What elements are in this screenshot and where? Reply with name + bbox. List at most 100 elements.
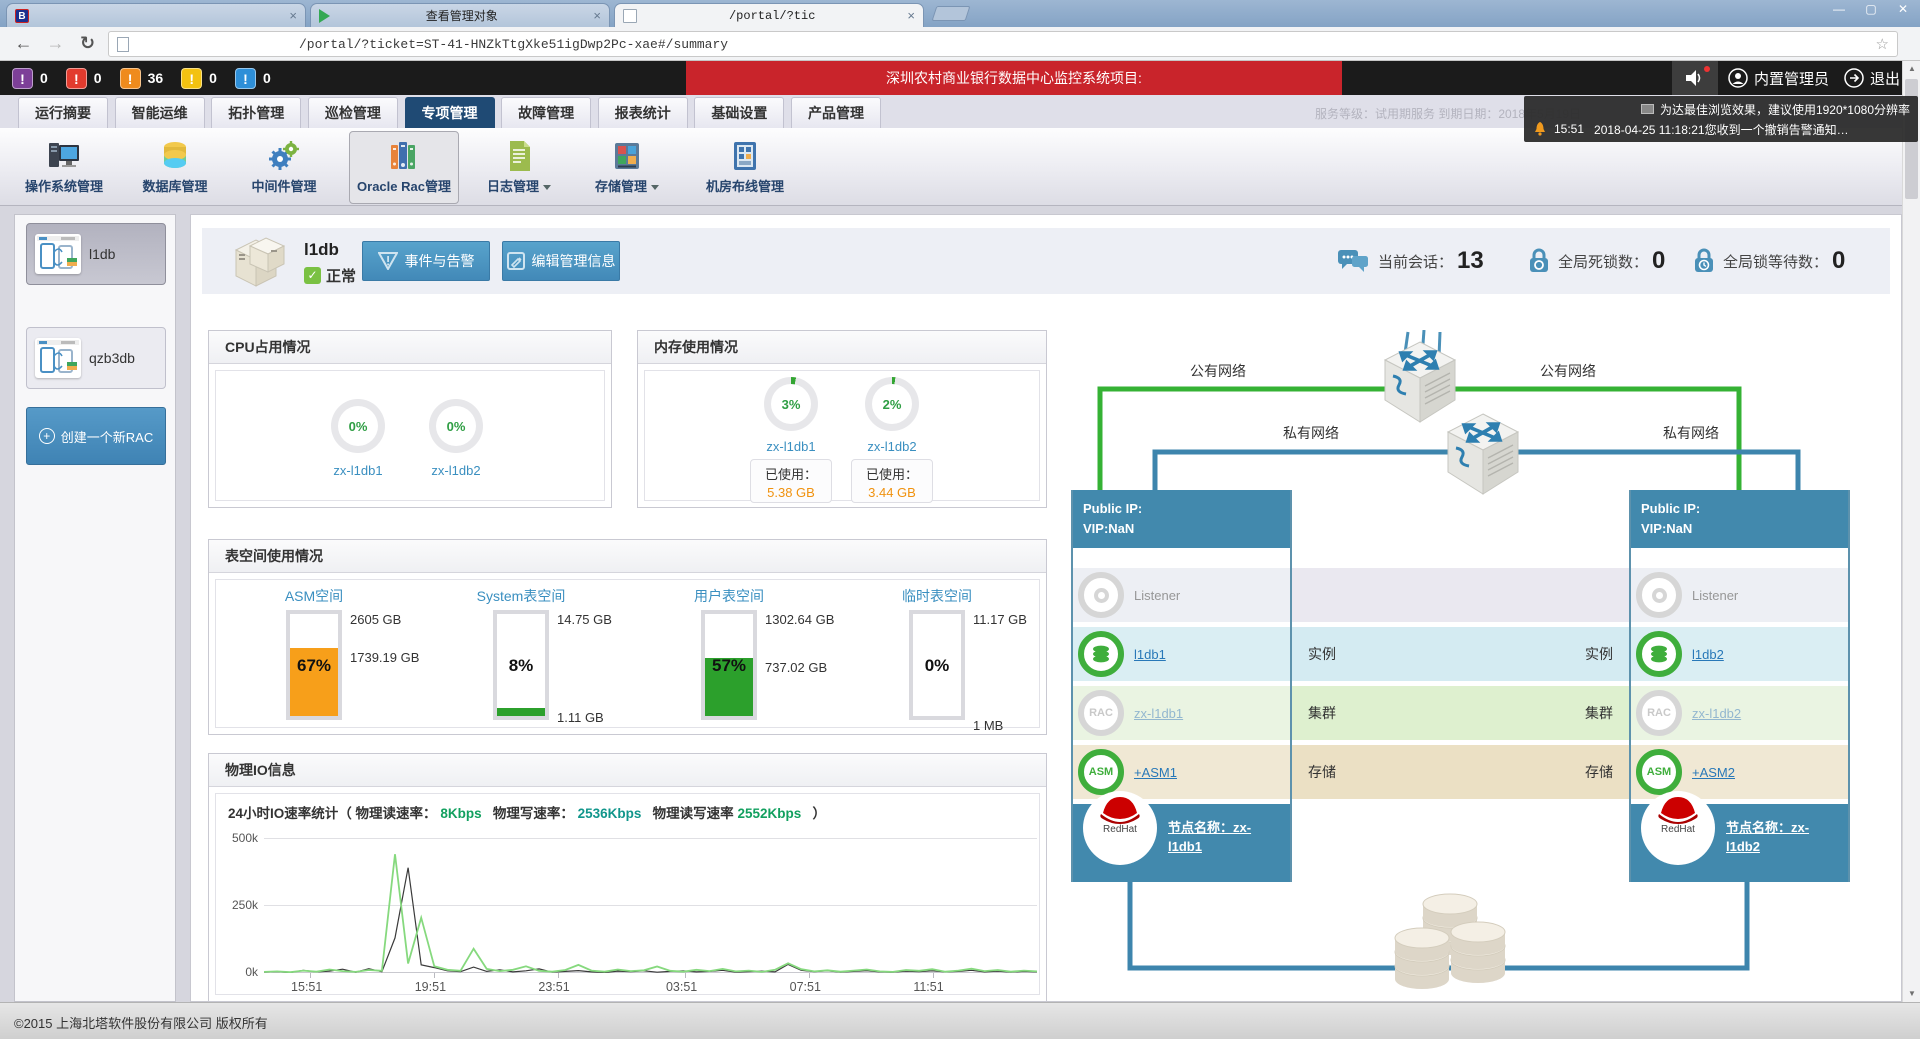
sidebar-item-l1db-selected[interactable]: l1db	[26, 223, 166, 285]
edit-mgmt-info-button[interactable]: 编辑管理信息	[502, 241, 620, 281]
create-new-rac-button[interactable]: + 创建一个新RAC	[26, 407, 166, 465]
window-close-button[interactable]: ✕	[1892, 2, 1914, 16]
alert-badge-major[interactable]: ! 0	[66, 68, 102, 89]
tab1-close-icon[interactable]: ×	[289, 8, 297, 23]
db-mgmt-icon	[158, 139, 192, 173]
forward-button[interactable]: →	[42, 30, 69, 57]
notification-dot	[1704, 66, 1710, 72]
edit-pencil-icon	[507, 252, 525, 270]
url-input[interactable]: /portal/?ticket=ST-41-HNZkTtgXke51igDwp2…	[108, 31, 1898, 57]
public-switch-icon	[1385, 342, 1455, 422]
node-card-1: Public IP: VIP:NaN Listener l1db1 RAC zx…	[1071, 490, 1292, 882]
storage-mgmt-caret-icon	[651, 185, 659, 190]
temp-space-link[interactable]: 临时表空间	[867, 586, 1007, 606]
asm-space-link[interactable]: ASM空间	[244, 586, 384, 606]
menu-tab-report-stats[interactable]: 报表统计	[598, 97, 688, 128]
cpu-usage-panel: CPU占用情况 0% 0% zx-l1db1 zx-l1db2	[208, 330, 612, 508]
toolbar-item-cabling-mgmt[interactable]: 机房布线管理	[690, 132, 800, 203]
tab3-close-icon[interactable]: ×	[907, 8, 915, 23]
rac-cluster-icon	[35, 338, 81, 378]
private-network-label-left: 私有网络	[1283, 423, 1339, 443]
menu-tab-operation-summary[interactable]: 运行摘要	[18, 97, 108, 128]
browser-tab-3-active[interactable]: /portal/?tic ×	[614, 3, 924, 27]
new-tab-button[interactable]	[932, 6, 971, 21]
vertical-scrollbar[interactable]: ▲ ▼	[1902, 61, 1920, 1002]
node1-name-link[interactable]: 节点名称：zx-l1db1	[1168, 818, 1283, 856]
node2-asm-link[interactable]: +ASM2	[1692, 765, 1735, 780]
alert-badge-critical[interactable]: ! 0	[12, 68, 48, 89]
shared-storage-disks	[1395, 894, 1505, 989]
rac-icon: RAC	[1636, 690, 1682, 736]
tab2-close-icon[interactable]: ×	[593, 8, 601, 23]
back-button[interactable]: ←	[10, 30, 37, 57]
node2-name-link[interactable]: 节点名称：zx-l1db2	[1726, 818, 1841, 856]
lockwait-lock-icon	[1692, 247, 1716, 275]
browser-tab-1[interactable]: B ×	[6, 3, 306, 27]
notification-toast[interactable]: 为达最佳浏览效果，建议使用1920*1080分辨率 15:51 2018-04-…	[1524, 96, 1918, 142]
window-maximize-button[interactable]: ▢	[1860, 2, 1882, 16]
refresh-button[interactable]: ↻	[74, 30, 101, 57]
node2-instance-link[interactable]: l1db2	[1692, 647, 1724, 662]
scroll-up-arrow[interactable]: ▲	[1903, 61, 1920, 77]
sidebar-item-qzb3db[interactable]: qzb3db	[26, 327, 166, 389]
current-user[interactable]: 内置管理员	[1728, 61, 1829, 95]
memory-used-node2: 已使用： 3.44 GB	[851, 459, 933, 503]
user-space-link[interactable]: 用户表空间	[659, 586, 799, 606]
cpu-panel-body: 0% 0% zx-l1db1 zx-l1db2	[215, 370, 605, 501]
instance-db-icon	[1078, 631, 1124, 677]
redhat-logo: RedHat	[1641, 791, 1715, 865]
os-mgmt-icon	[47, 139, 81, 173]
rac-list-sidebar: l1db qzb3db + 创建一个新RAC	[14, 214, 176, 1002]
menu-tab-special-mgmt-active[interactable]: 专项管理	[405, 97, 495, 128]
toolbar-item-middleware-mgmt[interactable]: 中间件管理	[229, 132, 339, 203]
sessions-chat-icon	[1337, 248, 1369, 274]
window-controls: — ▢ ✕	[1828, 2, 1914, 16]
node2-cluster-link[interactable]: zx-l1db2	[1692, 706, 1741, 721]
browser-tab-2[interactable]: 查看管理对象 ×	[310, 3, 610, 27]
toolbar-item-oracle-rac-mgmt-selected[interactable]: Oracle Rac管理	[349, 131, 459, 204]
alert-badge-info[interactable]: ! 0	[235, 68, 271, 89]
toolbar-item-storage-mgmt[interactable]: 存储管理	[572, 132, 682, 203]
toolbar-item-os-mgmt[interactable]: 操作系统管理	[9, 132, 119, 203]
memory-node1-link[interactable]: zx-l1db1	[736, 439, 846, 454]
menu-tab-topology[interactable]: 拓扑管理	[211, 97, 301, 128]
events-alerts-button[interactable]: 事件与告警	[362, 241, 490, 281]
io-xtick-0351: 03:51	[666, 980, 697, 994]
alert-badge-warning[interactable]: ! 0	[181, 68, 217, 89]
logout-icon	[1844, 68, 1864, 88]
asm-icon: ASM	[1636, 749, 1682, 795]
cpu-node2-link[interactable]: zx-l1db2	[401, 463, 511, 478]
node2-listener-row: Listener	[1631, 568, 1848, 622]
sound-toggle-button[interactable]	[1672, 61, 1718, 95]
instance-db-icon	[1636, 631, 1682, 677]
io-ytick-250k: 250k	[220, 898, 258, 912]
menu-tab-smart-ops[interactable]: 智能运维	[115, 97, 205, 128]
logout-button[interactable]: 退出	[1844, 61, 1900, 95]
tab1-favicon: B	[15, 9, 29, 23]
system-space-link[interactable]: System表空间	[451, 586, 591, 606]
scroll-down-arrow[interactable]: ▼	[1903, 986, 1920, 1002]
io-rate-chart: 15:51 19:51 23:51 03:51 07:51 11:51	[264, 838, 1037, 973]
copyright-text: ©2015 上海北塔软件股份有限公司 版权所有	[14, 1013, 268, 1032]
object-name: l1db	[304, 240, 339, 260]
node1-listener-row: Listener	[1073, 568, 1290, 622]
window-minimize-button[interactable]: —	[1828, 2, 1850, 16]
menu-tab-fault-mgmt[interactable]: 故障管理	[501, 97, 591, 128]
menu-tab-basic-settings[interactable]: 基础设置	[694, 97, 784, 128]
cpu-gauge-node2: 0%	[429, 399, 483, 453]
menu-tab-product-mgmt[interactable]: 产品管理	[791, 97, 881, 128]
cpu-node1-link[interactable]: zx-l1db1	[303, 463, 413, 478]
node1-cluster-link[interactable]: zx-l1db1	[1134, 706, 1183, 721]
alert-badge-minor[interactable]: ! 36	[120, 68, 164, 89]
toolbar-item-log-mgmt[interactable]: 日志管理	[464, 132, 574, 203]
node1-asm-link[interactable]: +ASM1	[1134, 765, 1177, 780]
menu-tab-inspection[interactable]: 巡检管理	[308, 97, 398, 128]
node1-instance-link[interactable]: l1db1	[1134, 647, 1166, 662]
tablespace-panel-body: ASM空间 67% 2605 GB 1739.19 GB System表空间 8…	[215, 579, 1040, 728]
speaker-icon	[1685, 69, 1705, 87]
memory-used-node1: 已使用： 5.38 GB	[750, 459, 832, 503]
memory-node2-link[interactable]: zx-l1db2	[837, 439, 947, 454]
bookmark-star-icon[interactable]: ☆	[1876, 35, 1889, 53]
node1-footer: RedHat 节点名称：zx-l1db1	[1073, 804, 1290, 882]
toolbar-item-db-mgmt[interactable]: 数据库管理	[120, 132, 230, 203]
